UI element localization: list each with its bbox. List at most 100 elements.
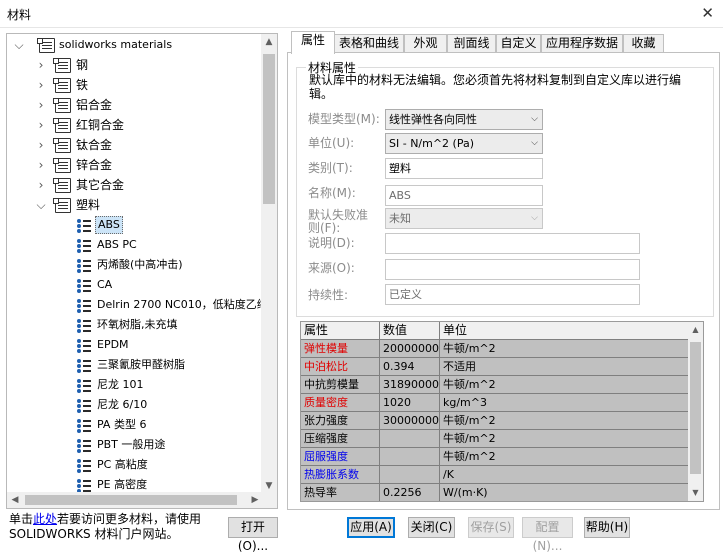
grid-property-value[interactable] [380,430,440,448]
portal-text-post: 若要访问更多材料，请使用 [57,512,202,526]
grid-property-name: 屈服强度 [301,448,380,466]
tab-5[interactable]: 应用程序数据 [541,34,623,53]
description-field[interactable] [385,233,640,254]
grid-property-value[interactable]: 318900000 [380,376,440,394]
chevron-right-icon[interactable]: › [35,75,47,95]
grid-property-value[interactable] [380,466,440,484]
grid-row[interactable]: 张力强度 30000000 牛顿/m^2 [301,412,689,430]
material-icon [77,258,93,273]
name-field[interactable]: ABS [385,185,543,206]
tree-category-label: 塑料 [76,198,101,212]
tree-material-label: CA [97,278,113,291]
grid-row[interactable]: 弹性模量2000000000牛顿/m^2 [301,340,689,358]
grid-property-name: 中抗剪模量 [301,376,380,394]
scroll-thumb[interactable] [25,495,237,505]
grid-property-value[interactable]: 1020 [380,394,440,412]
grid-property-value[interactable]: 0.2256 [380,484,440,501]
title-bar: 材料 ✕ [0,0,723,28]
material-icon [77,458,93,473]
material-icon [77,378,93,393]
failure-criterion-select[interactable]: 未知 ⌵ [385,208,543,229]
failure-criterion-value: 未知 [389,212,411,225]
portal-text-line2: SOLIDWORKS 材料门户网站。 [9,527,179,541]
library-icon [53,158,71,173]
scroll-left-icon[interactable]: ◀ [7,492,23,508]
grid-property-value[interactable]: 0.394 [380,358,440,376]
tab-6[interactable]: 收藏 [623,34,664,53]
property-grid[interactable]: 属性 数值 单位 弹性模量2000000000牛顿/m^2中泊松比0.394不适… [300,321,704,502]
grid-header-property: 属性 [301,322,380,340]
model-type-value: 线性弹性各向同性 [389,113,477,126]
portal-text-pre: 单击 [9,512,34,526]
chevron-down-icon[interactable]: ⌵ [13,35,25,55]
units-value: SI - N/m^2 (Pa) [389,137,475,150]
chevron-right-icon[interactable]: › [35,115,47,135]
grid-property-unit: 牛顿/m^2 [440,340,689,358]
scroll-thumb[interactable] [263,54,275,204]
grid-property-value[interactable] [380,448,440,466]
sustainability-field[interactable]: 已定义 [385,284,640,305]
tree-vertical-scrollbar[interactable]: ▲ ▼ [261,34,277,494]
tab-strip: 属性 表格和曲线 外观 剖面线 自定义 应用程序数据 收藏 [287,31,720,54]
tab-2[interactable]: 外观 [404,34,447,53]
tab-4[interactable]: 自定义 [496,34,541,53]
tree-material-label: Delrin 2700 NC010，低粘度乙缩醛 [97,298,263,311]
grid-row[interactable]: 中抗剪模量 318900000 牛顿/m^2 [301,376,689,394]
help-button[interactable]: 帮助(H) [584,517,630,538]
chevron-right-icon[interactable]: › [35,155,47,175]
tree-horizontal-scrollbar[interactable]: ◀ ▶ [7,492,263,508]
chevron-right-icon[interactable]: › [35,135,47,155]
material-icon [77,318,93,333]
grid-vertical-scrollbar[interactable]: ▲ ▼ [688,322,703,501]
close-icon[interactable]: ✕ [701,4,714,22]
library-icon [53,178,71,193]
chevron-right-icon[interactable]: › [35,95,47,115]
grid-row[interactable]: 压缩强度 牛顿/m^2 [301,430,689,448]
tab-0[interactable]: 属性 [291,31,335,54]
tree-category-label: 铁 [76,78,89,92]
model-type-select[interactable]: 线性弹性各向同性 ⌵ [385,109,543,130]
close-button[interactable]: 关闭(C) [408,517,455,538]
scroll-down-icon[interactable]: ▼ [688,485,703,501]
grid-property-value[interactable]: 30000000 [380,412,440,430]
save-button[interactable]: 保存(S) [468,517,514,538]
material-icon [77,398,93,413]
units-select[interactable]: SI - N/m^2 (Pa) ⌵ [385,133,543,154]
tab-1[interactable]: 表格和曲线 [334,34,404,53]
portal-link[interactable]: 此处 [33,512,57,526]
grid-row[interactable]: 热导率 0.2256 W/(m·K) [301,484,689,501]
chevron-right-icon[interactable]: › [35,55,47,75]
tree-material-label: PA 类型 6 [97,418,147,431]
category-label: 类别(T): [308,161,353,175]
tree-category-label: 其它合金 [76,178,125,192]
config-button[interactable]: 配置(N)... [522,517,573,553]
chevron-down-icon[interactable]: ⌵ [35,195,47,215]
grid-property-unit: /K [440,466,689,484]
material-icon [77,438,93,453]
material-tree[interactable]: ⌵ solidworks materials › 钢 › 铁 › 铝合金 › 红铜合金 › 钛合金… [6,33,278,509]
apply-button[interactable]: 应用(A) [347,517,395,538]
scroll-up-icon[interactable]: ▲ [688,322,703,338]
scroll-thumb[interactable] [690,342,701,474]
name-label: 名称(M): [308,186,356,200]
tab-3[interactable]: 剖面线 [447,34,496,53]
scroll-up-icon[interactable]: ▲ [261,34,277,50]
library-icon [53,98,71,113]
material-icon [77,298,93,313]
grid-row[interactable]: 热膨胀系数/K [301,466,689,484]
tree-category-label: 钢 [76,58,89,72]
source-field[interactable] [385,259,640,280]
category-field[interactable]: 塑料 [385,158,543,179]
open-button[interactable]: 打开(O)... [228,517,278,553]
grid-property-name: 热膨胀系数 [301,466,380,484]
grid-row[interactable]: 中泊松比 0.394 不适用 [301,358,689,376]
grid-row[interactable]: 质量密度 1020 kg/m^3 [301,394,689,412]
grid-property-value[interactable]: 2000000000 [380,340,440,358]
material-icon [77,218,93,233]
chevron-right-icon[interactable]: › [35,175,47,195]
units-label: 单位(U): [308,136,355,150]
grid-row[interactable]: 屈服强度 牛顿/m^2 [301,448,689,466]
failure-criterion-label: 默认失败准则(F): [308,208,369,235]
tree-material-label: PBT 一般用途 [97,438,166,451]
tree-root-label: solidworks materials [59,38,173,51]
